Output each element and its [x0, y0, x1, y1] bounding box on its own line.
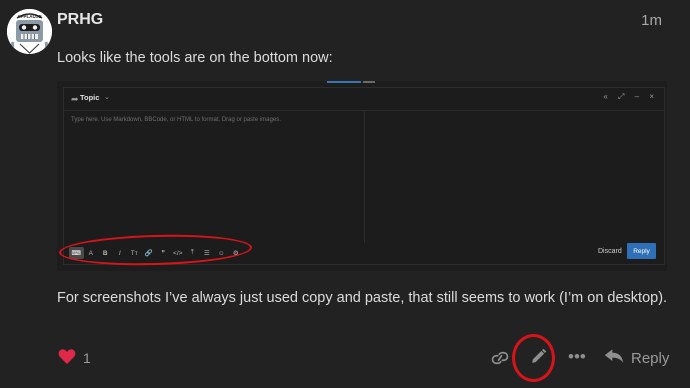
- editor-placeholder: Type here. Use Markdown, BBCode, or HTML…: [71, 117, 281, 123]
- reply-button[interactable]: Reply: [604, 348, 669, 369]
- tab-highlight: [327, 81, 361, 83]
- chevron-down-icon: ⌄: [104, 94, 110, 101]
- post-timestamp[interactable]: 1m: [641, 12, 662, 29]
- post-paragraph: Looks like the tools are on the bottom n…: [57, 50, 333, 66]
- tab-highlight-secondary: [363, 81, 375, 83]
- link-icon[interactable]: [491, 350, 509, 371]
- reply-arrow-icon: [604, 348, 624, 369]
- composer-discard-label: Discard: [598, 248, 622, 255]
- reply-arrow-icon: ➦: [71, 94, 79, 104]
- avatar-image: APPLAUSE: [7, 9, 52, 54]
- avatar[interactable]: APPLAUSE: [7, 9, 52, 54]
- edit-annotation-circle: [512, 334, 555, 382]
- more-actions-icon[interactable]: •••: [568, 347, 586, 367]
- composer-header: ➦ Topic ⌄ « ⤢ – ×: [64, 88, 664, 110]
- reply-label: Reply: [631, 350, 670, 367]
- post-paragraph: For screenshots I’ve always just used co…: [57, 290, 668, 306]
- composer-reply-label: Reply: [627, 243, 656, 259]
- post-username[interactable]: PRHG: [57, 11, 103, 29]
- composer-topic-label: Topic: [80, 93, 100, 102]
- composer-editor: Type here. Use Markdown, BBCode, or HTML…: [64, 110, 365, 243]
- composer-preview: [365, 110, 664, 243]
- composer-window-controls: « ⤢ – ×: [603, 92, 658, 101]
- avatar-label: APPLAUSE: [17, 14, 42, 19]
- like-count[interactable]: 1: [83, 350, 91, 366]
- heart-icon[interactable]: [58, 348, 76, 370]
